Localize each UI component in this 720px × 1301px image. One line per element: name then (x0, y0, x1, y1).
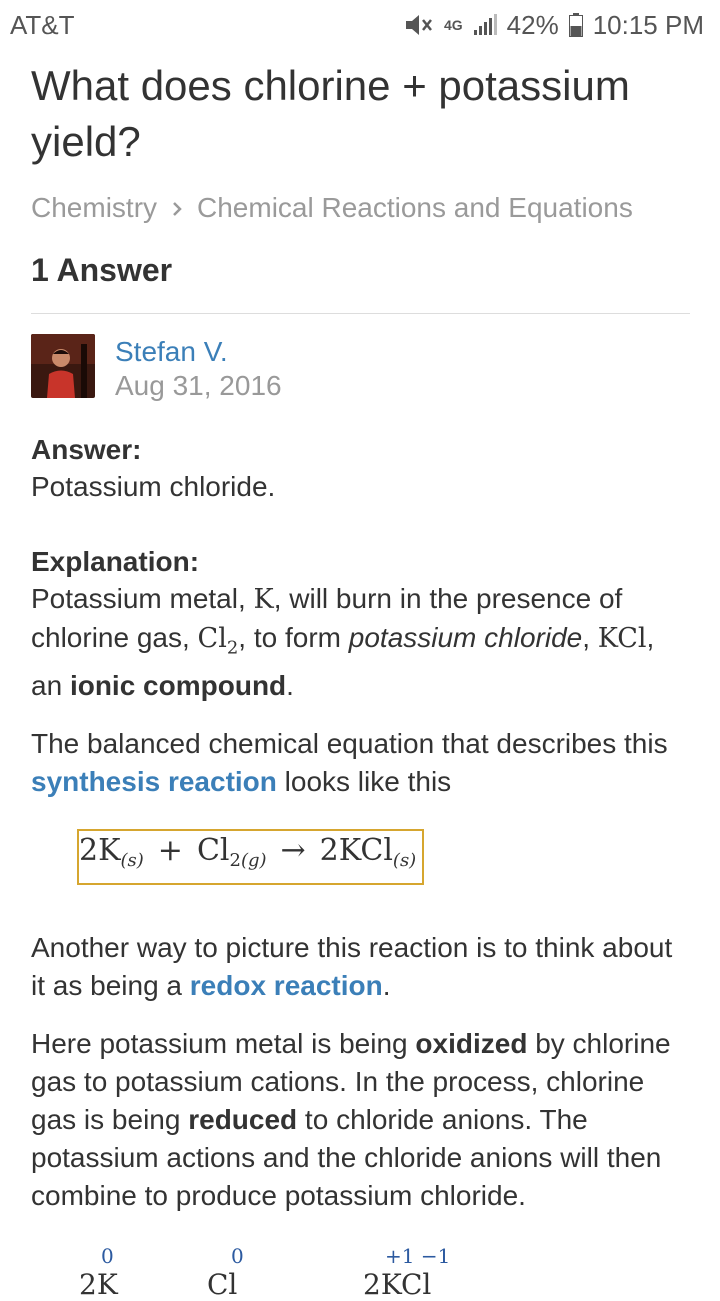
oxidation-states-row: 0 0 +1 −1 (75, 1240, 495, 1280)
kcl-formula: KCl (597, 623, 647, 654)
status-bar: AT&T 4G 42% 10:15 PM (0, 0, 720, 50)
answers-count: 1 Answer (31, 252, 690, 314)
explanation-heading: Explanation: (31, 546, 200, 577)
explanation-paragraph-4: Here potassium metal is being oxidized b… (31, 1028, 671, 1212)
ox-state-kcl: +1 −1 (385, 1244, 451, 1268)
answer-date: Aug 31, 2016 (115, 370, 282, 401)
potassium-symbol: K (253, 584, 274, 615)
chevron-right-icon (171, 192, 183, 224)
main-content: What does chlorine + potassium yield? Ch… (0, 58, 720, 1215)
breadcrumb-subject[interactable]: Chemistry (31, 192, 157, 224)
mute-icon (404, 13, 434, 37)
author-row: Stefan V. Aug 31, 2016 (31, 334, 690, 402)
network-type-icon: 4G (443, 17, 463, 33)
answer-text: Potassium chloride. (31, 471, 276, 502)
ox-state-k: 0 (101, 1244, 114, 1268)
author-name[interactable]: Stefan V. (115, 336, 282, 368)
clock: 10:15 PM (592, 9, 704, 40)
explanation-paragraph-1: Potassium metal, K, will burn in the pre… (31, 583, 655, 702)
answer-heading: Answer: (31, 434, 142, 465)
ox-state-cl: 0 (231, 1244, 244, 1268)
breadcrumb: Chemistry Chemical Reactions and Equatio… (31, 192, 690, 224)
redox-reaction-link[interactable]: redox reaction (190, 970, 383, 1001)
avatar[interactable] (31, 334, 95, 398)
signal-icon (473, 14, 497, 36)
carrier-label: AT&T (10, 9, 75, 40)
synthesis-reaction-link[interactable]: synthesis reaction (31, 766, 277, 797)
author-info: Stefan V. Aug 31, 2016 (115, 334, 282, 402)
breadcrumb-topic[interactable]: Chemical Reactions and Equations (197, 192, 633, 224)
battery-icon (568, 13, 583, 37)
chlorine-formula: Cl2 (197, 623, 239, 659)
question-title: What does chlorine + potassium yield? (31, 62, 630, 165)
explanation-paragraph-3: Another way to picture this reaction is … (31, 932, 673, 1002)
balanced-equation: 2K(s) + Cl2(g) → 2KCl(s) (77, 829, 425, 886)
explanation-paragraph-2: The balanced chemical equation that desc… (31, 728, 668, 798)
status-icons: 4G 42% 10:15 PM (404, 10, 704, 41)
battery-percent: 42% (506, 9, 559, 40)
